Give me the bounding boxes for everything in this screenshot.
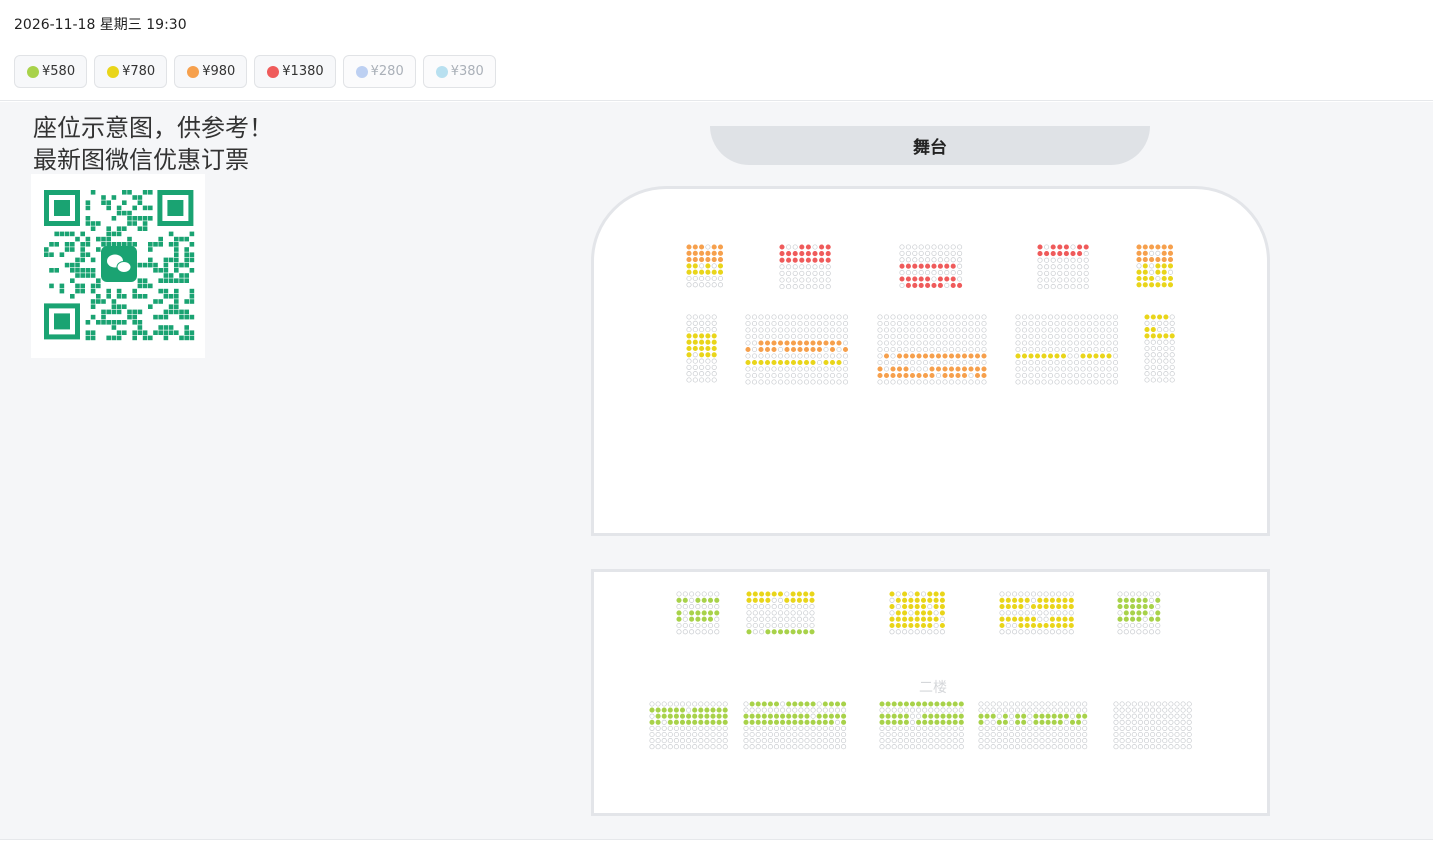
- stage: 舞台: [710, 126, 1150, 165]
- floor-2-label: 二楼: [919, 680, 947, 696]
- price-chip-380[interactable]: ¥380: [422, 55, 496, 88]
- notice-text: 座位示意图，供参考！ 最新图微信优惠订票: [33, 114, 273, 174]
- price-filter-list: ¥580 ¥780 ¥980 ¥1380 ¥280 ¥380: [14, 55, 496, 88]
- price-dot-icon: [187, 65, 200, 78]
- floor-1-section: [591, 186, 1270, 536]
- floor-1-seat-grid: [686, 244, 1175, 385]
- price-dot-icon: [27, 65, 39, 78]
- price-dot-icon: [355, 65, 368, 78]
- wechat-qr-code: [31, 174, 205, 358]
- price-dot-icon: [435, 65, 448, 78]
- floor-2-section: 二楼: [591, 569, 1270, 816]
- price-chip-580[interactable]: ¥580: [14, 55, 88, 88]
- seat-map-area: 座位示意图，供参考！ 最新图微信优惠订票 舞台 二楼: [0, 102, 1433, 839]
- qr-code-icon: [44, 190, 195, 341]
- price-chip-980[interactable]: ¥980: [174, 55, 248, 88]
- price-dot-icon: [107, 65, 120, 78]
- price-chip-1380[interactable]: ¥1380: [254, 55, 336, 88]
- bottom-bar: [0, 839, 1433, 858]
- show-datetime: 2026-11-18 星期三 19:30: [14, 17, 187, 33]
- top-bar: 2026-11-18 星期三 19:30 ¥580 ¥780 ¥980 ¥138…: [0, 0, 1433, 101]
- price-chip-780[interactable]: ¥780: [94, 55, 168, 88]
- price-chip-280[interactable]: ¥280: [342, 55, 416, 88]
- price-dot-icon: [267, 65, 280, 78]
